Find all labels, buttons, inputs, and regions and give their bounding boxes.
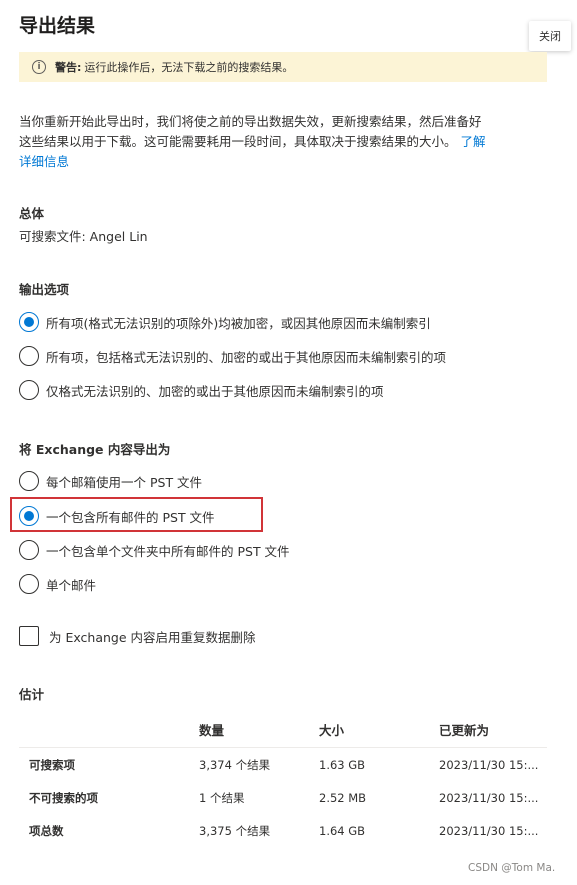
- row-size: 1.63 GB: [319, 757, 366, 772]
- learn-more-link[interactable]: 了解: [461, 134, 486, 149]
- warning-banner: i 警告: 运行此操作后，无法下载之前的搜索结果。: [19, 52, 547, 82]
- row-name: 不可搜索的项: [29, 790, 98, 805]
- export-option-single-pst[interactable]: 一个包含所有邮件的 PST 文件: [19, 505, 215, 527]
- output-options-heading: 输出选项: [19, 282, 70, 297]
- export-option-per-mailbox[interactable]: 每个邮箱使用一个 PST 文件: [19, 470, 202, 492]
- column-header-updated: 已更新为: [439, 723, 490, 738]
- row-size: 2.52 MB: [319, 790, 367, 805]
- info-icon: i: [32, 60, 46, 74]
- export-option-4-label: 单个邮件: [46, 577, 97, 593]
- warning-label: 警告:: [55, 61, 82, 74]
- column-header-count: 数量: [199, 723, 225, 738]
- export-option-3-label: 一个包含单个文件夹中所有邮件的 PST 文件: [46, 543, 290, 559]
- radio-button[interactable]: [19, 471, 39, 491]
- output-option-2[interactable]: 所有项，包括格式无法识别的、加密的或出于其他原因而未编制索引的项: [19, 345, 446, 367]
- watermark: CSDN @Tom Ma.: [468, 862, 556, 874]
- row-count: 1 个结果: [199, 790, 245, 805]
- description: 当你重新开始此导出时，我们将使之前的导出数据失效，更新搜索结果，然后准备好 这些…: [19, 112, 547, 172]
- output-option-1-label: 所有项(格式无法识别的项除外)均被加密，或因其他原因而未编制索引: [46, 315, 431, 331]
- dedup-checkbox[interactable]: [19, 626, 39, 646]
- table-header: 数量 大小 已更新为: [19, 712, 547, 748]
- row-updated: 2023/11/30 15:...: [439, 790, 539, 805]
- row-name: 项总数: [29, 823, 64, 838]
- radio-button[interactable]: [19, 312, 39, 332]
- radio-button[interactable]: [19, 346, 39, 366]
- table-row: 项总数 3,375 个结果 1.64 GB 2023/11/30 15:...: [19, 814, 547, 847]
- radio-button[interactable]: [19, 506, 39, 526]
- column-header-size: 大小: [319, 723, 345, 738]
- output-option-1[interactable]: 所有项(格式无法识别的项除外)均被加密，或因其他原因而未编制索引: [19, 311, 431, 333]
- exchange-export-heading: 将 Exchange 内容导出为: [19, 442, 171, 457]
- export-option-single-folder[interactable]: 一个包含单个文件夹中所有邮件的 PST 文件: [19, 539, 290, 561]
- row-count: 3,374 个结果: [199, 757, 271, 772]
- row-count: 3,375 个结果: [199, 823, 271, 838]
- export-option-1-label: 每个邮箱使用一个 PST 文件: [46, 474, 203, 490]
- description-line1: 当你重新开始此导出时，我们将使之前的导出数据失效，更新搜索结果，然后准备好: [19, 114, 482, 129]
- estimate-table: 数量 大小 已更新为 可搜索项 3,374 个结果 1.63 GB 2023/1…: [19, 712, 547, 847]
- estimate-heading: 估计: [19, 687, 45, 702]
- export-option-individual[interactable]: 单个邮件: [19, 573, 96, 595]
- export-option-2-label: 一个包含所有邮件的 PST 文件: [46, 509, 215, 525]
- table-row: 不可搜索的项 1 个结果 2.52 MB 2023/11/30 15:...: [19, 781, 547, 814]
- output-option-2-label: 所有项，包括格式无法识别的、加密的或出于其他原因而未编制索引的项: [46, 349, 447, 365]
- radio-button[interactable]: [19, 540, 39, 560]
- row-name: 可搜索项: [29, 757, 75, 772]
- searchable-file-text: 可搜索文件: Angel Lin: [19, 229, 148, 244]
- details-link[interactable]: 详细信息: [19, 154, 69, 169]
- row-updated: 2023/11/30 15:...: [439, 757, 539, 772]
- overview-heading: 总体: [19, 206, 45, 221]
- output-option-3-label: 仅格式无法识别的、加密的或出于其他原因而未编制索引的项: [46, 383, 384, 399]
- row-size: 1.64 GB: [319, 823, 366, 838]
- radio-button[interactable]: [19, 574, 39, 594]
- dedup-label: 为 Exchange 内容启用重复数据删除: [49, 629, 256, 645]
- description-line2: 这些结果以用于下载。这可能需要耗用一段时间，具体取决于搜索结果的大小。: [19, 134, 457, 149]
- radio-button[interactable]: [19, 380, 39, 400]
- page-title: 导出结果: [19, 15, 96, 37]
- table-row: 可搜索项 3,374 个结果 1.63 GB 2023/11/30 15:...: [19, 748, 547, 781]
- dedup-checkbox-row[interactable]: 为 Exchange 内容启用重复数据删除: [19, 626, 256, 646]
- close-button[interactable]: 关闭: [529, 21, 571, 51]
- output-option-3[interactable]: 仅格式无法识别的、加密的或出于其他原因而未编制索引的项: [19, 379, 384, 401]
- row-updated: 2023/11/30 15:...: [439, 823, 539, 838]
- warning-text: 运行此操作后，无法下载之前的搜索结果。: [84, 61, 294, 74]
